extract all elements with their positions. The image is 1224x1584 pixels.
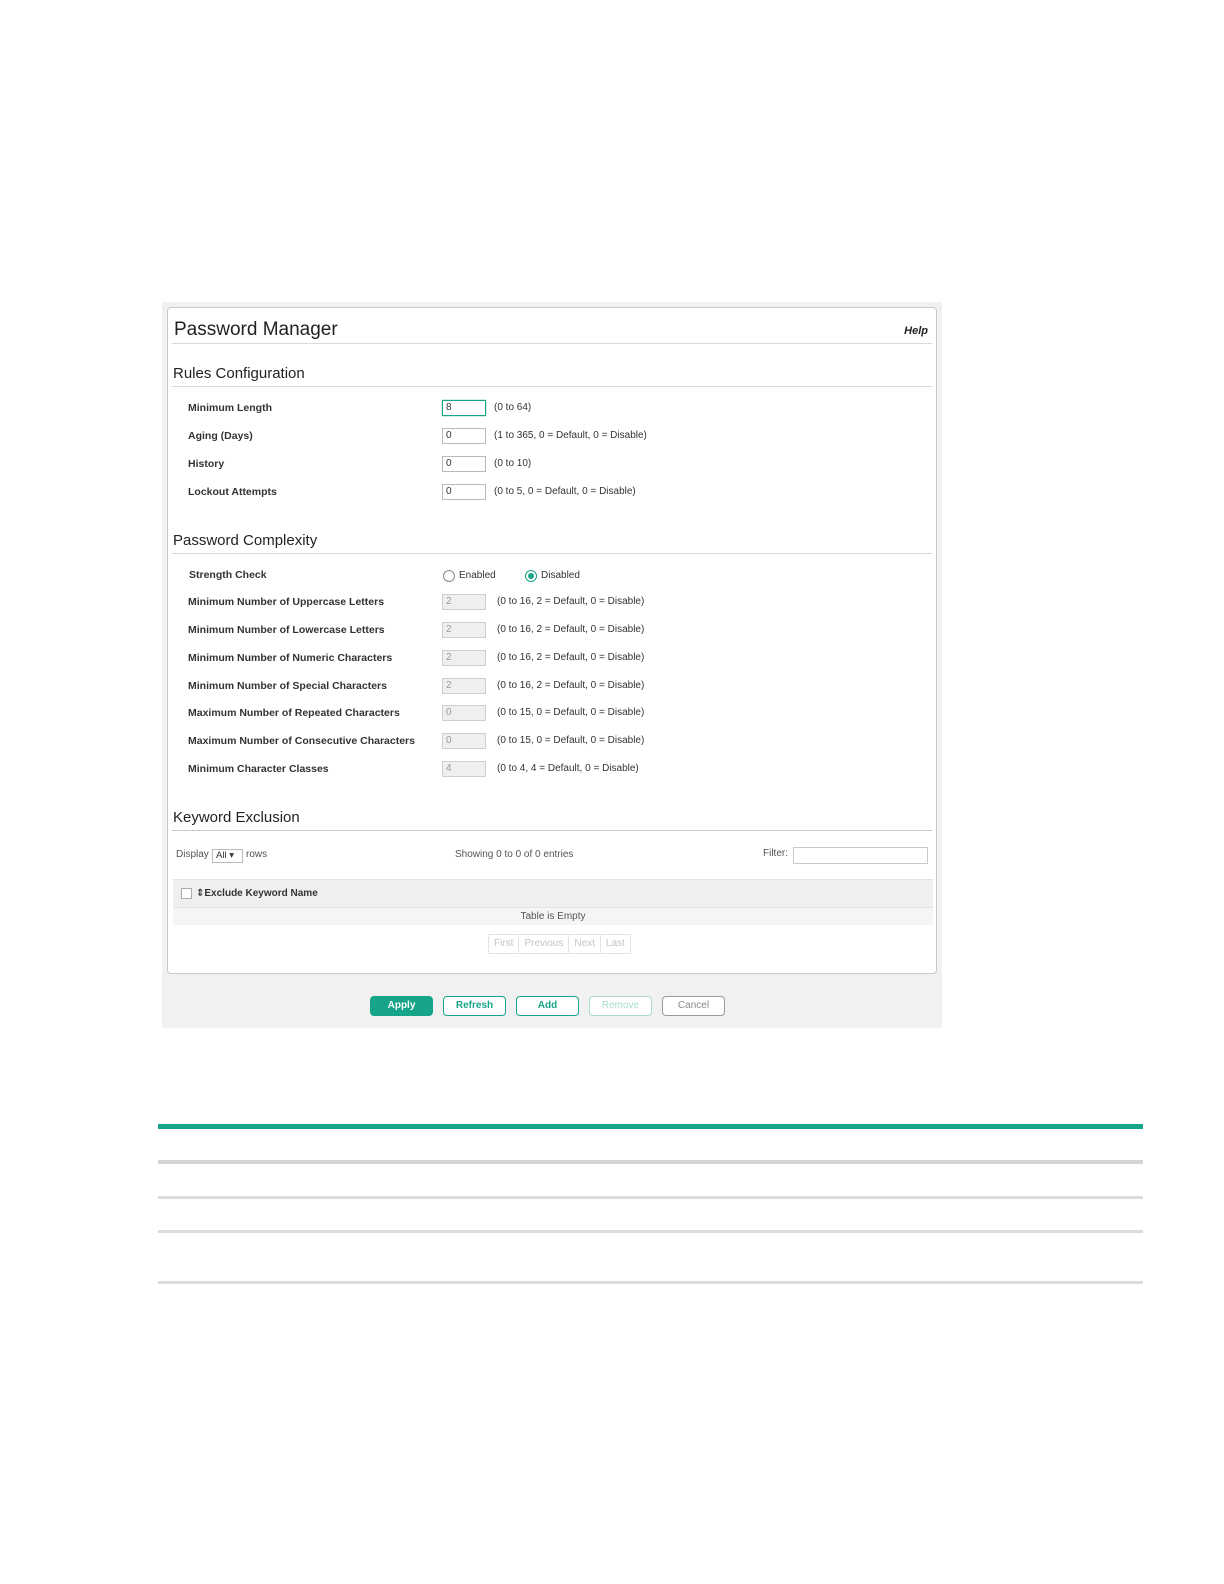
pagination: First Previous Next Last bbox=[488, 934, 631, 954]
filter-input[interactable] bbox=[793, 847, 928, 864]
display-label: Display bbox=[176, 849, 209, 860]
strength-disabled-radio[interactable] bbox=[525, 570, 537, 582]
special-input[interactable]: 2 bbox=[442, 678, 486, 694]
repeated-hint: (0 to 15, 0 = Default, 0 = Disable) bbox=[497, 707, 645, 718]
rules-heading: Rules Configuration bbox=[173, 365, 305, 382]
lockout-input[interactable]: 0 bbox=[442, 484, 486, 500]
numeric-input[interactable]: 2 bbox=[442, 650, 486, 666]
pager-last[interactable]: Last bbox=[601, 935, 630, 953]
repeated-input[interactable]: 0 bbox=[442, 705, 486, 721]
table-header-rule bbox=[158, 1160, 1143, 1164]
strength-enabled-label: Enabled bbox=[459, 570, 496, 581]
strength-enabled-radio[interactable] bbox=[443, 570, 455, 582]
help-link[interactable]: Help bbox=[904, 325, 928, 337]
lockout-label: Lockout Attempts bbox=[188, 486, 277, 498]
lowercase-label: Minimum Number of Lowercase Letters bbox=[188, 624, 385, 636]
column-header-keyword[interactable]: ⇕Exclude Keyword Name bbox=[196, 888, 318, 899]
column-header-label: Exclude Keyword Name bbox=[204, 888, 318, 899]
aging-input[interactable]: 0 bbox=[442, 428, 486, 444]
numeric-hint: (0 to 16, 2 = Default, 0 = Disable) bbox=[497, 652, 645, 663]
history-input[interactable]: 0 bbox=[442, 456, 486, 472]
special-label: Minimum Number of Special Characters bbox=[188, 680, 387, 692]
pager-first[interactable]: First bbox=[489, 935, 520, 953]
history-hint: (0 to 10) bbox=[494, 458, 532, 469]
cancel-button[interactable]: Cancel bbox=[662, 996, 725, 1016]
table-bottom-rule bbox=[158, 1281, 1143, 1284]
char-classes-hint: (0 to 4, 4 = Default, 0 = Disable) bbox=[497, 763, 639, 774]
table-row-rule bbox=[158, 1196, 1143, 1199]
strength-check-label: Strength Check bbox=[189, 569, 267, 581]
apply-button[interactable]: Apply bbox=[370, 996, 433, 1016]
lockout-hint: (0 to 5, 0 = Default, 0 = Disable) bbox=[494, 486, 636, 497]
display-rows-select[interactable]: All ▾ bbox=[212, 849, 243, 863]
aging-label: Aging (Days) bbox=[188, 430, 253, 442]
keyword-heading: Keyword Exclusion bbox=[173, 809, 300, 826]
min-length-hint: (0 to 64) bbox=[494, 402, 532, 413]
uppercase-hint: (0 to 16, 2 = Default, 0 = Disable) bbox=[497, 596, 645, 607]
remove-button[interactable]: Remove bbox=[589, 996, 652, 1016]
password-manager-panel: Password Manager Help Rules Configuratio… bbox=[167, 307, 937, 974]
char-classes-input[interactable]: 4 bbox=[442, 761, 486, 777]
table-row-rule bbox=[158, 1230, 1143, 1233]
refresh-button[interactable]: Refresh bbox=[443, 996, 506, 1016]
repeated-label: Maximum Number of Repeated Characters bbox=[188, 707, 400, 719]
special-hint: (0 to 16, 2 = Default, 0 = Disable) bbox=[497, 680, 645, 691]
pager-previous[interactable]: Previous bbox=[519, 935, 570, 953]
keyword-divider bbox=[172, 830, 932, 831]
aging-hint: (1 to 365, 0 = Default, 0 = Disable) bbox=[494, 430, 647, 441]
char-classes-label: Minimum Character Classes bbox=[188, 763, 329, 775]
complexity-heading: Password Complexity bbox=[173, 532, 318, 549]
uppercase-input[interactable]: 2 bbox=[442, 594, 486, 610]
title-divider bbox=[172, 343, 932, 344]
rules-divider bbox=[172, 386, 932, 387]
filter-label: Filter: bbox=[763, 848, 788, 859]
screenshot-frame: Password Manager Help Rules Configuratio… bbox=[162, 302, 942, 1028]
page-title: Password Manager bbox=[174, 319, 338, 340]
history-label: History bbox=[188, 458, 225, 470]
consecutive-label: Maximum Number of Consecutive Characters bbox=[188, 735, 415, 747]
pager-next[interactable]: Next bbox=[569, 935, 601, 953]
table-header: ⇕Exclude Keyword Name bbox=[173, 879, 933, 908]
lowercase-input[interactable]: 2 bbox=[442, 622, 486, 638]
strength-disabled-label: Disabled bbox=[541, 570, 580, 581]
add-button[interactable]: Add bbox=[516, 996, 579, 1016]
table-top-rule bbox=[158, 1124, 1143, 1129]
consecutive-input[interactable]: 0 bbox=[442, 733, 486, 749]
lowercase-hint: (0 to 16, 2 = Default, 0 = Disable) bbox=[497, 624, 645, 635]
min-length-input[interactable]: 8 bbox=[442, 400, 486, 416]
complexity-divider bbox=[172, 553, 932, 554]
select-all-checkbox[interactable] bbox=[181, 888, 192, 899]
min-length-label: Minimum Length bbox=[188, 402, 272, 414]
table-empty-message: Table is Empty bbox=[173, 908, 933, 925]
consecutive-hint: (0 to 15, 0 = Default, 0 = Disable) bbox=[497, 735, 645, 746]
numeric-label: Minimum Number of Numeric Characters bbox=[188, 652, 393, 664]
uppercase-label: Minimum Number of Uppercase Letters bbox=[188, 596, 385, 608]
entries-status: Showing 0 to 0 of 0 entries bbox=[455, 849, 574, 860]
rows-label: rows bbox=[246, 849, 268, 860]
